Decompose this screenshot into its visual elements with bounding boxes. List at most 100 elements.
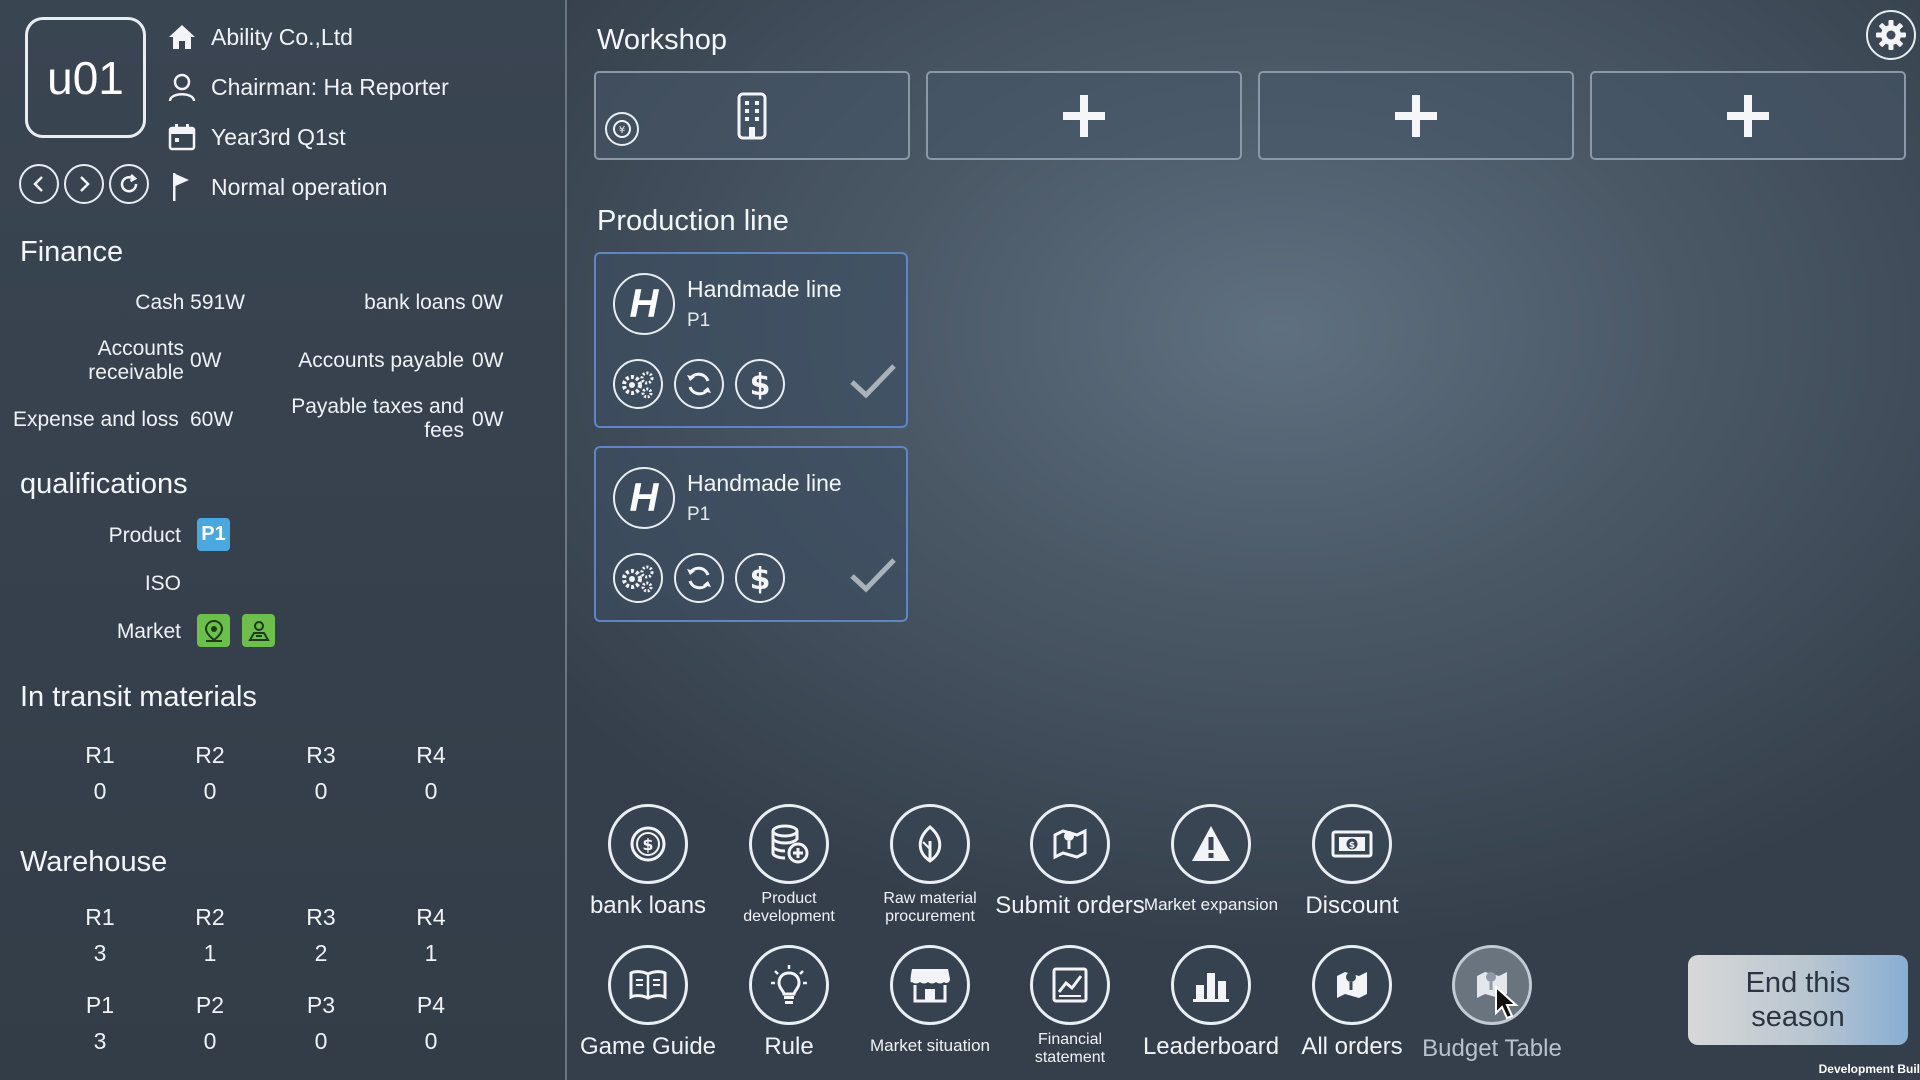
local-market-badge[interactable]: [197, 614, 230, 647]
raw-material-procurement-button[interactable]: Raw material procurement: [855, 804, 1005, 926]
p1-qualification-badge[interactable]: P1: [197, 518, 230, 551]
cash-value: Cash 591W: [135, 291, 245, 314]
warehouse-p1-qty: 3: [93, 1028, 107, 1054]
bank-loans-button[interactable]: $ bank loans: [573, 804, 723, 920]
rule-button[interactable]: Rule: [714, 945, 864, 1061]
production-line-card[interactable]: H Handmade line P1 $: [594, 446, 908, 622]
banknote-icon: $: [1331, 830, 1373, 858]
warehouse-r1-qty: 3: [93, 940, 107, 966]
product-qual-label: Product: [108, 524, 181, 547]
factory-coin-icon: ¥: [605, 112, 639, 146]
warning-triangle-icon: [1192, 826, 1230, 861]
settings-button[interactable]: [1866, 10, 1916, 60]
submit-orders-label: Submit orders: [995, 892, 1145, 919]
transit-r1-qty: 0: [93, 778, 107, 804]
warehouse-p3-name: P3: [306, 992, 336, 1018]
lightbulb-icon: [771, 965, 807, 1004]
line-settings-button[interactable]: [613, 553, 663, 603]
team-avatar: u01: [25, 17, 146, 138]
warehouse-p3-qty: 0: [314, 1028, 328, 1054]
production-line-title: Production line: [597, 205, 789, 237]
dollar-icon: $: [750, 562, 771, 595]
calendar-icon: [165, 120, 199, 154]
qualifications-title: qualifications: [20, 468, 188, 500]
workshop-slot-add-4[interactable]: [1590, 71, 1906, 160]
cycle-icon: [687, 566, 711, 590]
database-add-icon: [771, 824, 809, 864]
finance-title: Finance: [20, 236, 124, 268]
budget-table-label: Budget Table: [1422, 1035, 1562, 1062]
market-situation-label: Market situation: [870, 1036, 990, 1055]
budget-table-button[interactable]: Budget Table: [1417, 945, 1567, 1063]
plus-icon: [1063, 94, 1105, 137]
workshop-slot-add-3[interactable]: [1258, 71, 1574, 160]
line-type-letter: H: [629, 281, 659, 326]
coin-icon: $: [630, 826, 666, 862]
line-name: Handmade line: [687, 470, 842, 496]
all-orders-button[interactable]: All orders: [1277, 945, 1427, 1061]
production-line-card[interactable]: H Handmade line P1 $: [594, 252, 908, 428]
market-situation-button[interactable]: Market situation: [855, 945, 1005, 1055]
region-map-icon: [247, 620, 270, 641]
chairman-name: Chairman: Ha Reporter: [211, 73, 449, 100]
expense-loss-label: Expense and loss: [13, 408, 179, 431]
open-book-icon: [629, 970, 667, 1000]
person-icon: [165, 70, 199, 104]
market-expansion-button[interactable]: Market expansion: [1136, 804, 1286, 914]
bar-chart-icon: [1193, 973, 1229, 1002]
workshop-slot-add-2[interactable]: [926, 71, 1242, 160]
accounts-payable-label: Accounts payable: [298, 349, 464, 372]
building-icon: [737, 92, 767, 139]
regional-market-badge[interactable]: [242, 614, 275, 647]
location-pin-icon: [204, 619, 223, 642]
transit-r2-qty: 0: [203, 778, 217, 804]
warehouse-r4-name: R4: [416, 904, 446, 930]
submit-orders-button[interactable]: Submit orders: [995, 804, 1145, 920]
transit-r1-name: R1: [85, 742, 115, 768]
next-button[interactable]: [64, 164, 104, 204]
leaderboard-label: Leaderboard: [1142, 1033, 1280, 1060]
workshop-slot-1[interactable]: ¥: [594, 71, 910, 160]
line-product: P1: [687, 504, 711, 525]
leaderboard-button[interactable]: Leaderboard: [1136, 945, 1286, 1061]
financial-statement-label: Financial statement: [1034, 1031, 1106, 1066]
line-convert-button[interactable]: [674, 553, 724, 603]
financial-statement-button[interactable]: Financial statement: [995, 945, 1145, 1067]
svg-text:$: $: [642, 835, 653, 854]
discount-button[interactable]: $ Discount: [1277, 804, 1427, 920]
line-convert-button[interactable]: [674, 359, 724, 409]
bank-loans-label: bank loans: [589, 892, 707, 919]
map-orders-icon: [1337, 972, 1367, 998]
warehouse-r4-qty: 1: [424, 940, 438, 966]
workshop-title: Workshop: [597, 24, 728, 56]
flag-order-icon: [1053, 828, 1087, 860]
line-sell-button[interactable]: $: [735, 359, 785, 409]
transit-r4-qty: 0: [424, 778, 438, 804]
status-text: Normal operation: [211, 173, 388, 200]
leaf-icon: [918, 825, 942, 863]
expense-loss-value: 60W: [190, 408, 234, 431]
line-settings-button[interactable]: [613, 359, 663, 409]
raw-material-label: Raw material procurement: [883, 890, 977, 925]
gears-icon: [622, 565, 654, 593]
plus-icon: [1727, 94, 1769, 137]
game-guide-button[interactable]: Game Guide: [573, 945, 723, 1061]
line-sell-button[interactable]: $: [735, 553, 785, 603]
product-development-label: Product development: [743, 890, 835, 925]
handmade-line-icon: H: [613, 273, 675, 335]
warehouse-p4-name: P4: [416, 992, 446, 1018]
line-name: Handmade line: [687, 276, 842, 302]
end-season-button[interactable]: End this season: [1688, 955, 1908, 1045]
previous-button[interactable]: [19, 164, 59, 204]
refresh-button[interactable]: [109, 164, 149, 204]
period-label: Year3rd Q1st: [211, 123, 346, 150]
warehouse-r2-name: R2: [195, 904, 225, 930]
gears-icon: [622, 371, 654, 399]
warehouse-p2-name: P2: [195, 992, 225, 1018]
product-development-button[interactable]: Product development: [714, 804, 864, 926]
accounts-receivable-label: Accounts receivable: [88, 337, 184, 384]
svg-text:$: $: [750, 562, 771, 595]
checkmark-icon: [850, 364, 896, 399]
warehouse-r2-qty: 1: [203, 940, 217, 966]
home-icon: [165, 20, 199, 54]
